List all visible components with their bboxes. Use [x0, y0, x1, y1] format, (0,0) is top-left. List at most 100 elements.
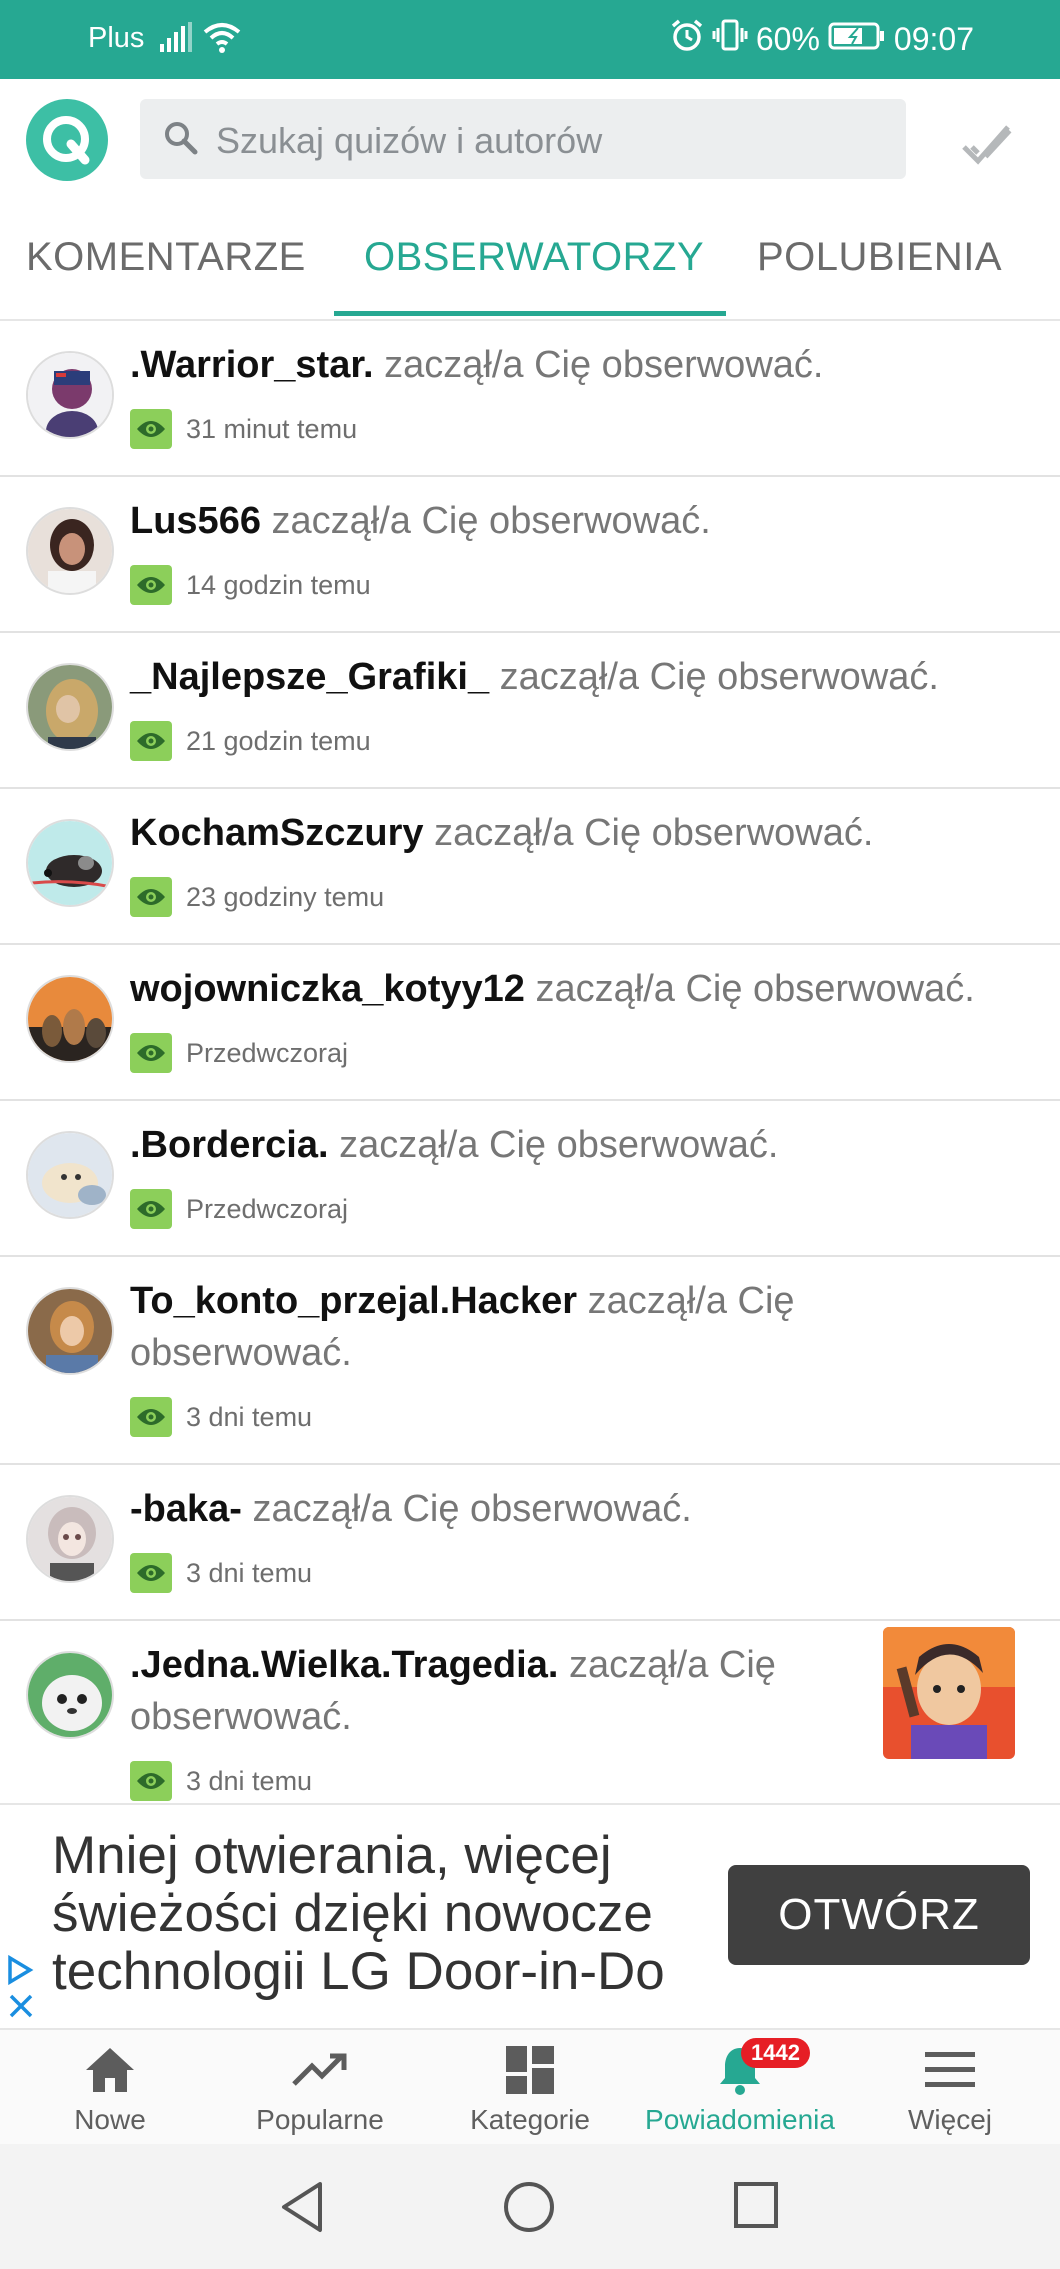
list-item[interactable]: To_konto_przejal.Hacker zaczął/a Cię obs… — [0, 1257, 1060, 1465]
eye-icon — [130, 1033, 172, 1073]
menu-icon — [845, 2040, 1055, 2100]
wifi-icon — [203, 20, 241, 59]
notification-action: zaczął/a Cię obserwować. — [328, 1124, 779, 1166]
timestamp: 23 godziny temu — [186, 881, 385, 912]
system-nav-bar — [0, 2144, 1060, 2269]
search-icon — [162, 119, 200, 162]
username[interactable]: KochamSzczury — [130, 812, 424, 854]
notification-text: To_konto_przejal.Hacker zaczął/a Cię obs… — [130, 1275, 1010, 1379]
username[interactable]: Lus566 — [130, 500, 261, 542]
signal-icon — [160, 22, 192, 57]
carrier-label: Plus — [88, 22, 145, 54]
username[interactable]: .Warrior_star. — [130, 344, 374, 386]
back-icon[interactable] — [278, 2180, 326, 2239]
time-row: Przedwczoraj — [130, 1189, 348, 1229]
status-bar: Plus 60% 09:07 — [0, 0, 1060, 79]
ad-text: Mniej otwierania, więcej świeżości dzięk… — [52, 1827, 682, 2001]
time-row: 14 godzin temu — [130, 565, 371, 605]
avatar[interactable] — [26, 1651, 114, 1739]
timestamp: 3 dni temu — [186, 1401, 313, 1432]
eye-icon — [130, 565, 172, 605]
eye-icon — [130, 721, 172, 761]
timestamp: 3 dni temu — [186, 1765, 313, 1796]
nav-powiadomienia[interactable]: 1442 Powiadomienia — [635, 2038, 845, 2136]
avatar[interactable] — [26, 975, 114, 1063]
notification-text: -baka- zaczął/a Cię obserwować. — [130, 1483, 1010, 1535]
battery-icon — [828, 21, 886, 58]
top-bar: Szukaj quizów i autorów — [0, 79, 1060, 201]
nav-label: Popularne — [256, 2104, 384, 2135]
ad-text-line: Mniej otwierania, więcej — [52, 1827, 612, 1885]
username[interactable]: .Bordercia. — [130, 1124, 329, 1166]
time-row: 3 dni temu — [130, 1397, 312, 1437]
avatar[interactable] — [26, 819, 114, 907]
ad-close-icon[interactable] — [8, 1993, 34, 2024]
promo-thumbnail[interactable] — [883, 1627, 1015, 1759]
app-screen: Plus 60% 09:07 Szukaj quizów i autorów K… — [0, 0, 1060, 2269]
avatar[interactable] — [26, 351, 114, 439]
time-row: Przedwczoraj — [130, 1033, 348, 1073]
avatar[interactable] — [26, 663, 114, 751]
tab-obserwatorzy[interactable]: OBSERWATORZY — [364, 235, 704, 280]
list-item[interactable]: -baka- zaczął/a Cię obserwować. 3 dni te… — [0, 1465, 1060, 1621]
ad-banner[interactable]: Mniej otwierania, więcej świeżości dzięk… — [0, 1803, 1060, 2030]
alarm-icon — [670, 18, 704, 60]
notification-text: .Warrior_star. zaczął/a Cię obserwować. — [130, 339, 1010, 391]
username[interactable]: -baka- — [130, 1488, 242, 1530]
list-item[interactable]: _Najlepsze_Grafiki_ zaczął/a Cię obserwo… — [0, 633, 1060, 789]
username[interactable]: To_konto_przejal.Hacker — [130, 1280, 577, 1322]
nav-kategorie[interactable]: Kategorie — [425, 2040, 635, 2136]
categories-icon — [425, 2040, 635, 2100]
search-input[interactable]: Szukaj quizów i autorów — [140, 99, 906, 179]
mark-all-read-icon[interactable] — [962, 121, 1012, 172]
ad-choices-icon[interactable] — [6, 1954, 34, 1990]
eye-icon — [130, 877, 172, 917]
app-logo[interactable] — [26, 99, 108, 181]
list-item[interactable]: KochamSzczury zaczął/a Cię obserwować. 2… — [0, 789, 1060, 945]
nav-popularne[interactable]: Popularne — [215, 2040, 425, 2136]
nav-label: Powiadomienia — [645, 2104, 835, 2135]
nav-wiecej[interactable]: Więcej — [845, 2040, 1055, 2136]
time-row: 21 godzin temu — [130, 721, 371, 761]
avatar[interactable] — [26, 1287, 114, 1375]
notification-action: zaczął/a Cię obserwować. — [241, 1488, 692, 1530]
timestamp: 31 minut temu — [186, 413, 358, 444]
tab-bar: KOMENTARZE OBSERWATORZY POLUBIENIA — [0, 201, 1060, 321]
list-item[interactable]: .Jedna.Wielka.Tragedia. zaczął/a Cię obs… — [0, 1621, 1060, 1803]
nav-label: Nowe — [74, 2104, 146, 2135]
vibrate-icon — [712, 18, 748, 60]
ad-text-line: świeżości dzięki nowocze — [52, 1884, 653, 1943]
timestamp: 14 godzin temu — [186, 569, 371, 600]
tab-komentarze[interactable]: KOMENTARZE — [26, 235, 306, 280]
notification-text: _Najlepsze_Grafiki_ zaczął/a Cię obserwo… — [130, 651, 1010, 703]
nav-label: Kategorie — [470, 2104, 590, 2135]
username[interactable]: _Najlepsze_Grafiki_ — [130, 656, 489, 698]
time-row: 23 godziny temu — [130, 877, 384, 917]
timestamp: Przedwczoraj — [186, 1193, 349, 1224]
list-item[interactable]: wojowniczka_kotyy12 zaczął/a Cię obserwo… — [0, 945, 1060, 1101]
eye-icon — [130, 1189, 172, 1229]
list-item[interactable]: Lus566 zaczął/a Cię obserwować. 14 godzi… — [0, 477, 1060, 633]
bottom-nav: Nowe Popularne Kategorie 1442 Powiadomie… — [0, 2028, 1060, 2146]
avatar[interactable] — [26, 1131, 114, 1219]
recents-icon[interactable] — [732, 2180, 780, 2237]
notification-text: Lus566 zaczął/a Cię obserwować. — [130, 495, 1010, 547]
list-item[interactable]: .Bordercia. zaczął/a Cię obserwować. Prz… — [0, 1101, 1060, 1257]
time-row: 3 dni temu — [130, 1761, 312, 1801]
home-circle-icon[interactable] — [502, 2180, 556, 2239]
battery-percent: 60% — [755, 20, 820, 57]
nav-nowe[interactable]: Nowe — [5, 2040, 215, 2136]
list-item[interactable]: .Warrior_star. zaczął/a Cię obserwować. … — [0, 321, 1060, 477]
nav-label: Więcej — [907, 2104, 992, 2135]
active-tab-indicator — [334, 311, 726, 316]
avatar[interactable] — [26, 1495, 114, 1583]
search-placeholder: Szukaj quizów i autorów — [216, 120, 603, 161]
notification-text: .Jedna.Wielka.Tragedia. zaczął/a Cię obs… — [130, 1639, 870, 1743]
tab-polubienia[interactable]: POLUBIENIA — [757, 235, 1002, 280]
avatar[interactable] — [26, 507, 114, 595]
notification-action: zaczął/a Cię obserwować. — [524, 968, 975, 1010]
notification-list: .Warrior_star. zaczął/a Cię obserwować. … — [0, 321, 1060, 1803]
ad-open-button[interactable]: OTWÓRZ — [728, 1865, 1030, 1965]
username[interactable]: wojowniczka_kotyy12 — [130, 968, 525, 1010]
username[interactable]: .Jedna.Wielka.Tragedia. — [130, 1644, 558, 1686]
